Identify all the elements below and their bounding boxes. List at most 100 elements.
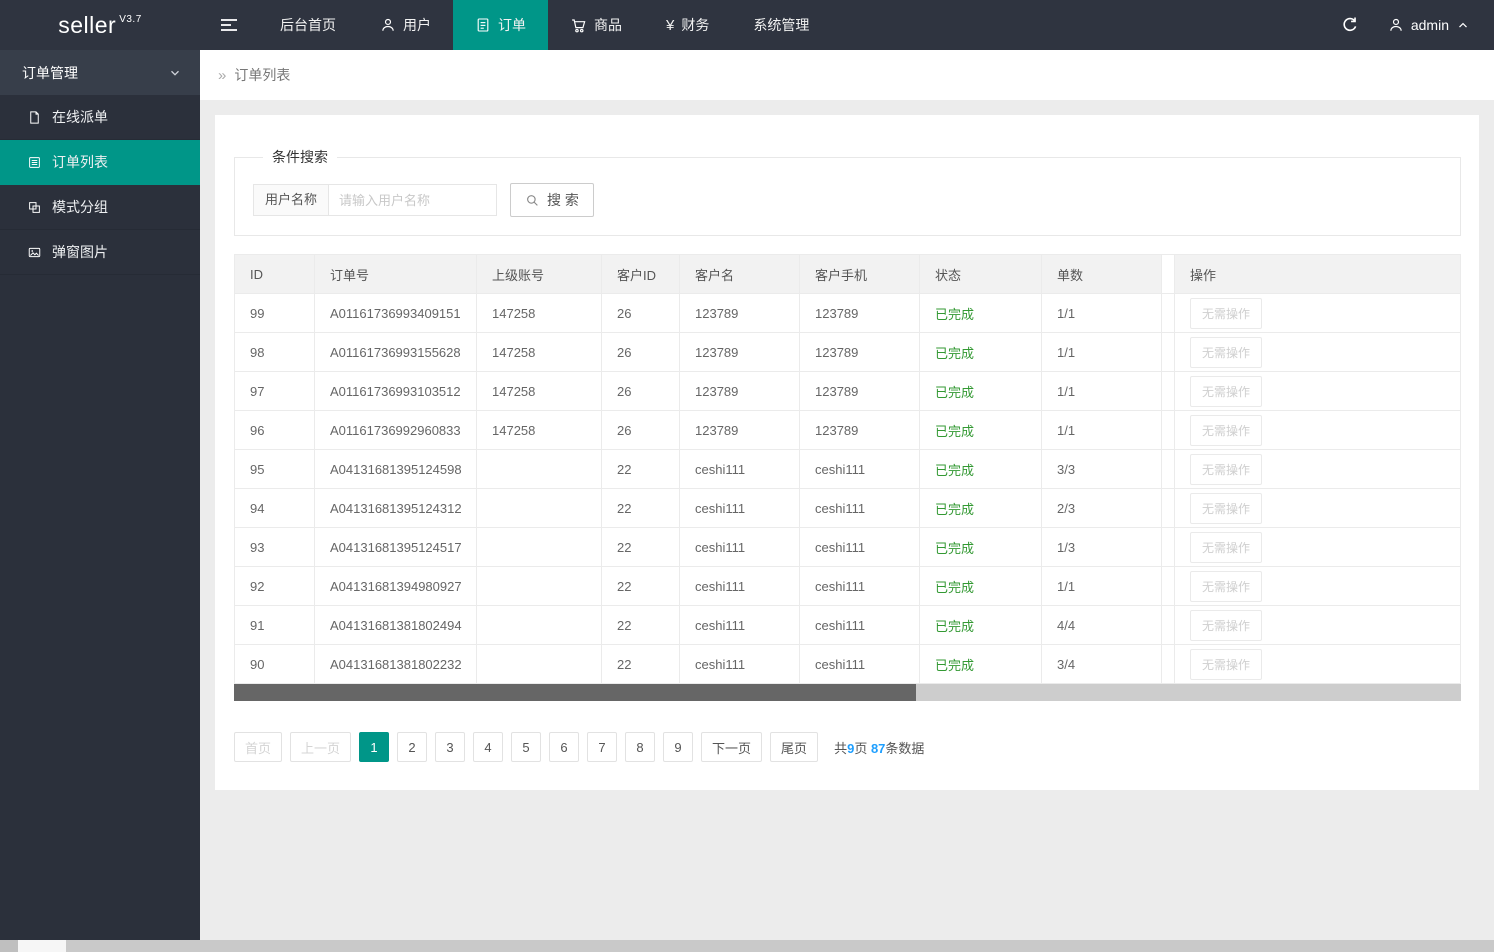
no-action-button[interactable]: 无需操作 (1190, 531, 1263, 563)
status-badge: 已完成 (935, 618, 975, 634)
chevron-up-icon (1456, 18, 1470, 32)
sidebar-group-order-management[interactable]: 订单管理 (0, 50, 200, 95)
col-header-customer-phone: 客户手机 (799, 254, 920, 294)
pagination-next-button[interactable]: 下一页 (701, 732, 763, 762)
no-action-button[interactable]: 无需操作 (1190, 570, 1263, 602)
nav-item-label: 系统管理 (753, 17, 810, 33)
cell-action: 无需操作 (1174, 605, 1461, 645)
pagination-page-button[interactable]: 2 (397, 732, 428, 762)
table-row: 92 A04131681394980927 22 ceshi111 ceshi1… (234, 566, 1461, 606)
sidebar-item-label: 订单列表 (52, 154, 108, 170)
pagination-page-button[interactable]: 7 (587, 732, 618, 762)
cell-gap (1161, 332, 1175, 372)
user-menu[interactable]: admin (1378, 17, 1494, 33)
refresh-button[interactable] (1322, 0, 1378, 50)
search-button[interactable]: 搜 索 (510, 183, 594, 217)
cell-action: 无需操作 (1174, 488, 1461, 528)
pagination-page-button[interactable]: 9 (663, 732, 694, 762)
cell-action: 无需操作 (1174, 332, 1461, 372)
cell-status: 已完成 (919, 605, 1042, 645)
table-row: 93 A04131681395124517 22 ceshi111 ceshi1… (234, 527, 1461, 567)
table-row: 91 A04131681381802494 22 ceshi111 ceshi1… (234, 605, 1461, 645)
cell-customer-name: ceshi111 (679, 605, 800, 645)
page-horizontal-scrollbar[interactable] (0, 940, 1494, 952)
nav-item-home[interactable]: 后台首页 (258, 0, 358, 50)
cell-count: 3/4 (1041, 644, 1162, 684)
pagination-first-button[interactable]: 首页 (234, 732, 283, 762)
page-scrollbar-thumb[interactable] (18, 940, 66, 952)
sidebar-item-order-list[interactable]: 订单列表 (0, 140, 200, 185)
cell-parent-account (476, 605, 602, 645)
cell-count: 1/1 (1041, 371, 1162, 411)
sidebar-item-popup-images[interactable]: 弹窗图片 (0, 230, 200, 275)
cell-action: 无需操作 (1174, 644, 1461, 684)
sidebar-item-online-dispatch[interactable]: 在线派单 (0, 95, 200, 140)
search-button-label: 搜 索 (547, 192, 579, 208)
cell-action: 无需操作 (1174, 371, 1461, 411)
cell-gap (1161, 293, 1175, 333)
sidebar-item-label: 在线派单 (52, 109, 108, 125)
nav-item-users[interactable]: 用户 (358, 0, 453, 50)
cell-gap (1161, 488, 1175, 528)
status-badge: 已完成 (935, 579, 975, 595)
col-gap (1161, 254, 1175, 294)
no-action-button[interactable]: 无需操作 (1190, 648, 1263, 680)
cell-count: 3/3 (1041, 449, 1162, 489)
sidebar-item-mode-groups[interactable]: 模式分组 (0, 185, 200, 230)
no-action-button[interactable]: 无需操作 (1190, 609, 1263, 641)
no-action-button[interactable]: 无需操作 (1190, 453, 1263, 485)
nav-item-system[interactable]: 系统管理 (731, 0, 831, 50)
table-horizontal-scrollbar[interactable] (234, 684, 1461, 701)
table-scrollbar-thumb[interactable] (234, 684, 916, 701)
cell-status: 已完成 (919, 332, 1042, 372)
cell-customer-phone: ceshi111 (799, 644, 920, 684)
cell-count: 1/1 (1041, 293, 1162, 333)
pagination-page-button[interactable]: 1 (359, 732, 390, 762)
summary-text: 共 (834, 740, 848, 756)
nav-item-products[interactable]: 商品 (548, 0, 644, 50)
sidebar-toggle-button[interactable] (200, 0, 258, 50)
cell-gap (1161, 566, 1175, 606)
cell-customer-phone: ceshi111 (799, 449, 920, 489)
yen-icon: ¥ (666, 16, 675, 34)
top-navbar: seller V3.7 后台首页 用户 订单 商品 ¥ 财务 系统管理 admi… (0, 0, 1494, 50)
nav-item-orders[interactable]: 订单 (453, 0, 548, 50)
username-input[interactable] (329, 184, 498, 216)
no-action-button[interactable]: 无需操作 (1190, 414, 1263, 446)
col-header-status: 状态 (919, 254, 1042, 294)
refresh-icon (1341, 16, 1359, 34)
pagination-prev-button[interactable]: 上一页 (290, 732, 352, 762)
nav-item-label: 订单 (498, 17, 526, 33)
pagination-summary: 共9页 87条数据 (834, 738, 924, 757)
cell-order-no: A04131681381802494 (314, 605, 477, 645)
no-action-button[interactable]: 无需操作 (1190, 336, 1263, 368)
table-row: 95 A04131681395124598 22 ceshi111 ceshi1… (234, 449, 1461, 489)
no-action-button[interactable]: 无需操作 (1190, 375, 1263, 407)
no-action-button[interactable]: 无需操作 (1190, 492, 1263, 524)
cell-customer-id: 26 (601, 332, 680, 372)
pagination-page-button[interactable]: 4 (473, 732, 504, 762)
cell-action: 无需操作 (1174, 566, 1461, 606)
pagination-page-button[interactable]: 5 (511, 732, 542, 762)
cell-customer-id: 22 (601, 488, 680, 528)
pagination-page-button[interactable]: 3 (435, 732, 466, 762)
pagination: 首页 上一页 123456789 下一页 尾页 共9页 87条数据 (234, 732, 1461, 762)
cell-id: 96 (234, 410, 315, 450)
cell-customer-name: ceshi111 (679, 566, 800, 606)
cell-action: 无需操作 (1174, 449, 1461, 489)
nav-item-finance[interactable]: ¥ 财务 (644, 0, 731, 50)
pagination-page-button[interactable]: 8 (625, 732, 656, 762)
cell-order-no: A04131681395124598 (314, 449, 477, 489)
status-badge: 已完成 (935, 423, 975, 439)
cell-id: 99 (234, 293, 315, 333)
cell-order-no: A04131681394980927 (314, 566, 477, 606)
cell-customer-id: 26 (601, 293, 680, 333)
cell-id: 97 (234, 371, 315, 411)
table-row: 96 A01161736992960833 147258 26 123789 1… (234, 410, 1461, 450)
table-body: 99 A01161736993409151 147258 26 123789 1… (234, 293, 1461, 684)
cell-parent-account: 147258 (476, 332, 602, 372)
pagination-last-button[interactable]: 尾页 (770, 732, 819, 762)
no-action-button[interactable]: 无需操作 (1190, 297, 1263, 329)
status-badge: 已完成 (935, 540, 975, 556)
pagination-page-button[interactable]: 6 (549, 732, 580, 762)
